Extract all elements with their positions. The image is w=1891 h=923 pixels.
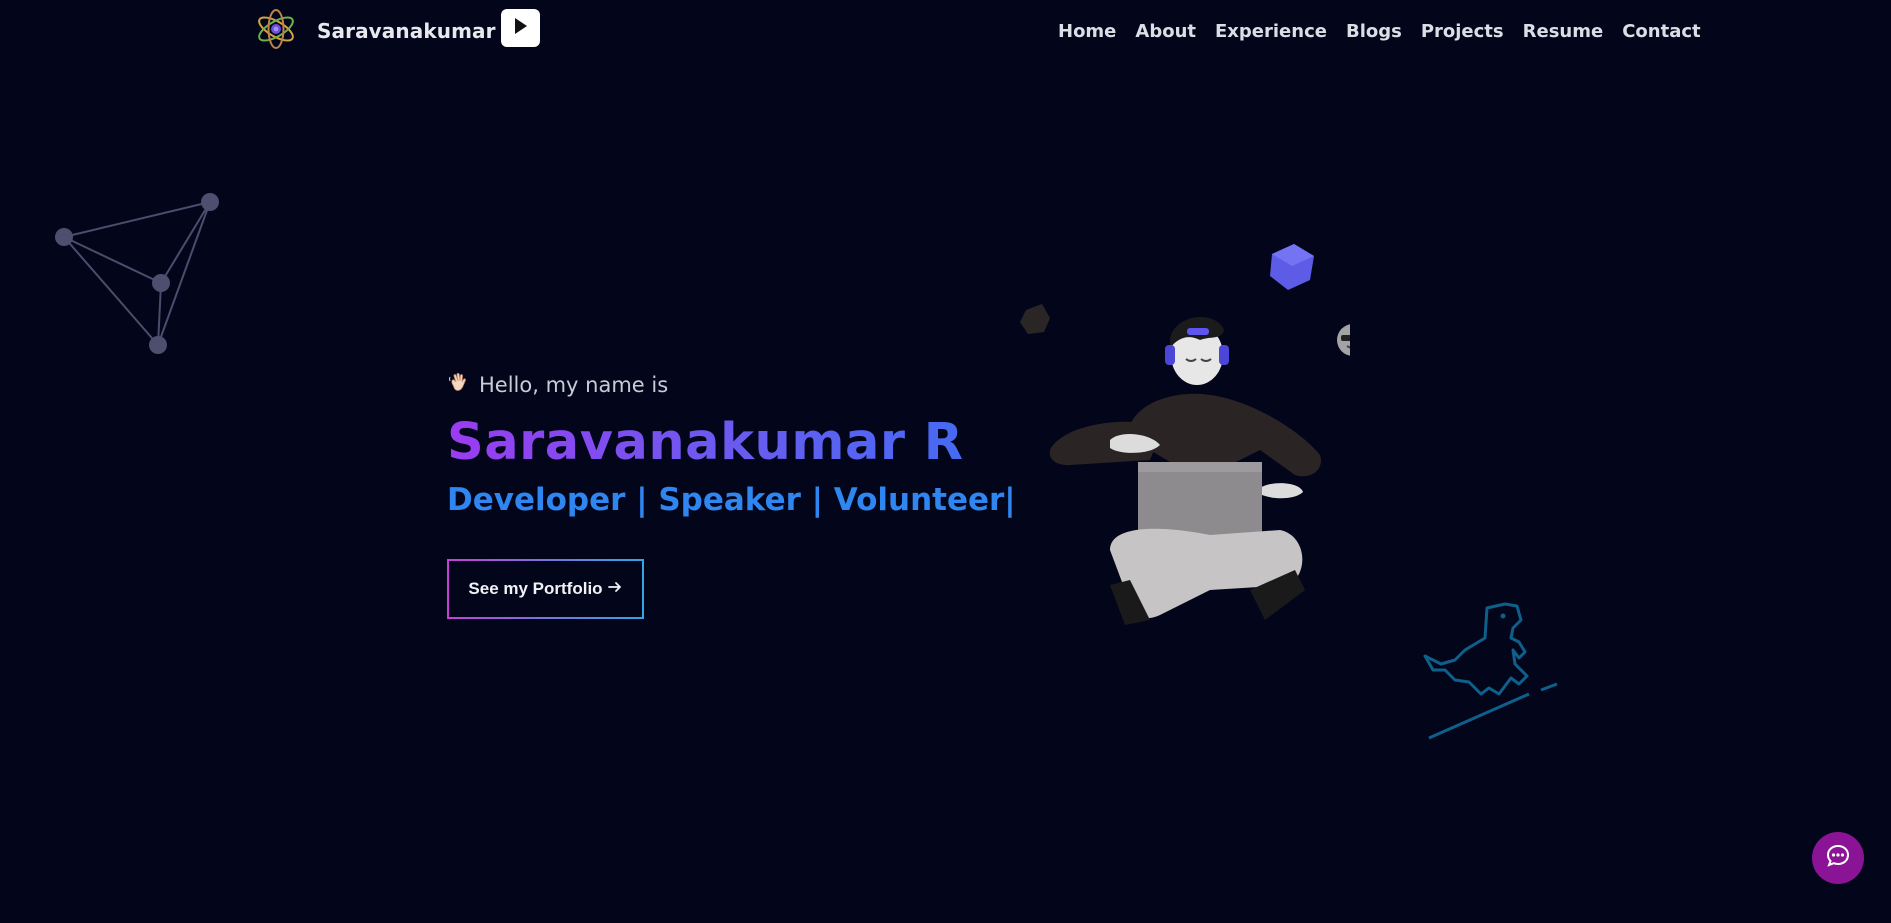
hero-name: Saravanakumar R [447,412,1007,474]
greeting-text: Hello, my name is [479,373,669,397]
nav-contact[interactable]: Contact [1622,21,1700,42]
see-portfolio-button[interactable]: See my Portfolio [447,559,644,619]
arrow-right-icon [607,579,623,600]
nav-resume[interactable]: Resume [1523,21,1604,42]
waving-hand-icon [447,371,471,400]
play-icon [513,17,529,39]
play-button[interactable] [501,9,540,47]
navbar: Saravanakumar Home About Experience Blog… [0,0,1891,62]
nav-blogs[interactable]: Blogs [1346,21,1402,42]
greeting: Hello, my name is [447,370,1007,400]
developer-with-laptop-illustration [1010,230,1369,650]
nav-home[interactable]: Home [1058,21,1116,42]
chat-bubble-icon [1825,843,1851,873]
nav-experience[interactable]: Experience [1215,21,1327,42]
roles-typewriter: Developer | Speaker | Volunteer| [447,482,1016,518]
nav-projects[interactable]: Projects [1421,21,1504,42]
brand-name[interactable]: Saravanakumar [317,19,496,43]
dinosaur-icon [1415,598,1565,743]
chat-button[interactable] [1812,832,1864,884]
nav-links: Home About Experience Blogs Projects Res… [1058,21,1701,42]
nav-about[interactable]: About [1135,21,1196,42]
atom-icon[interactable] [254,7,298,51]
hero-text: Hello, my name is Saravanakumar R Develo… [447,370,1016,524]
page: Saravanakumar Home About Experience Blog… [0,0,1891,923]
portfolio-button-label: See my Portfolio [468,579,603,598]
network-graph-icon [50,188,230,358]
